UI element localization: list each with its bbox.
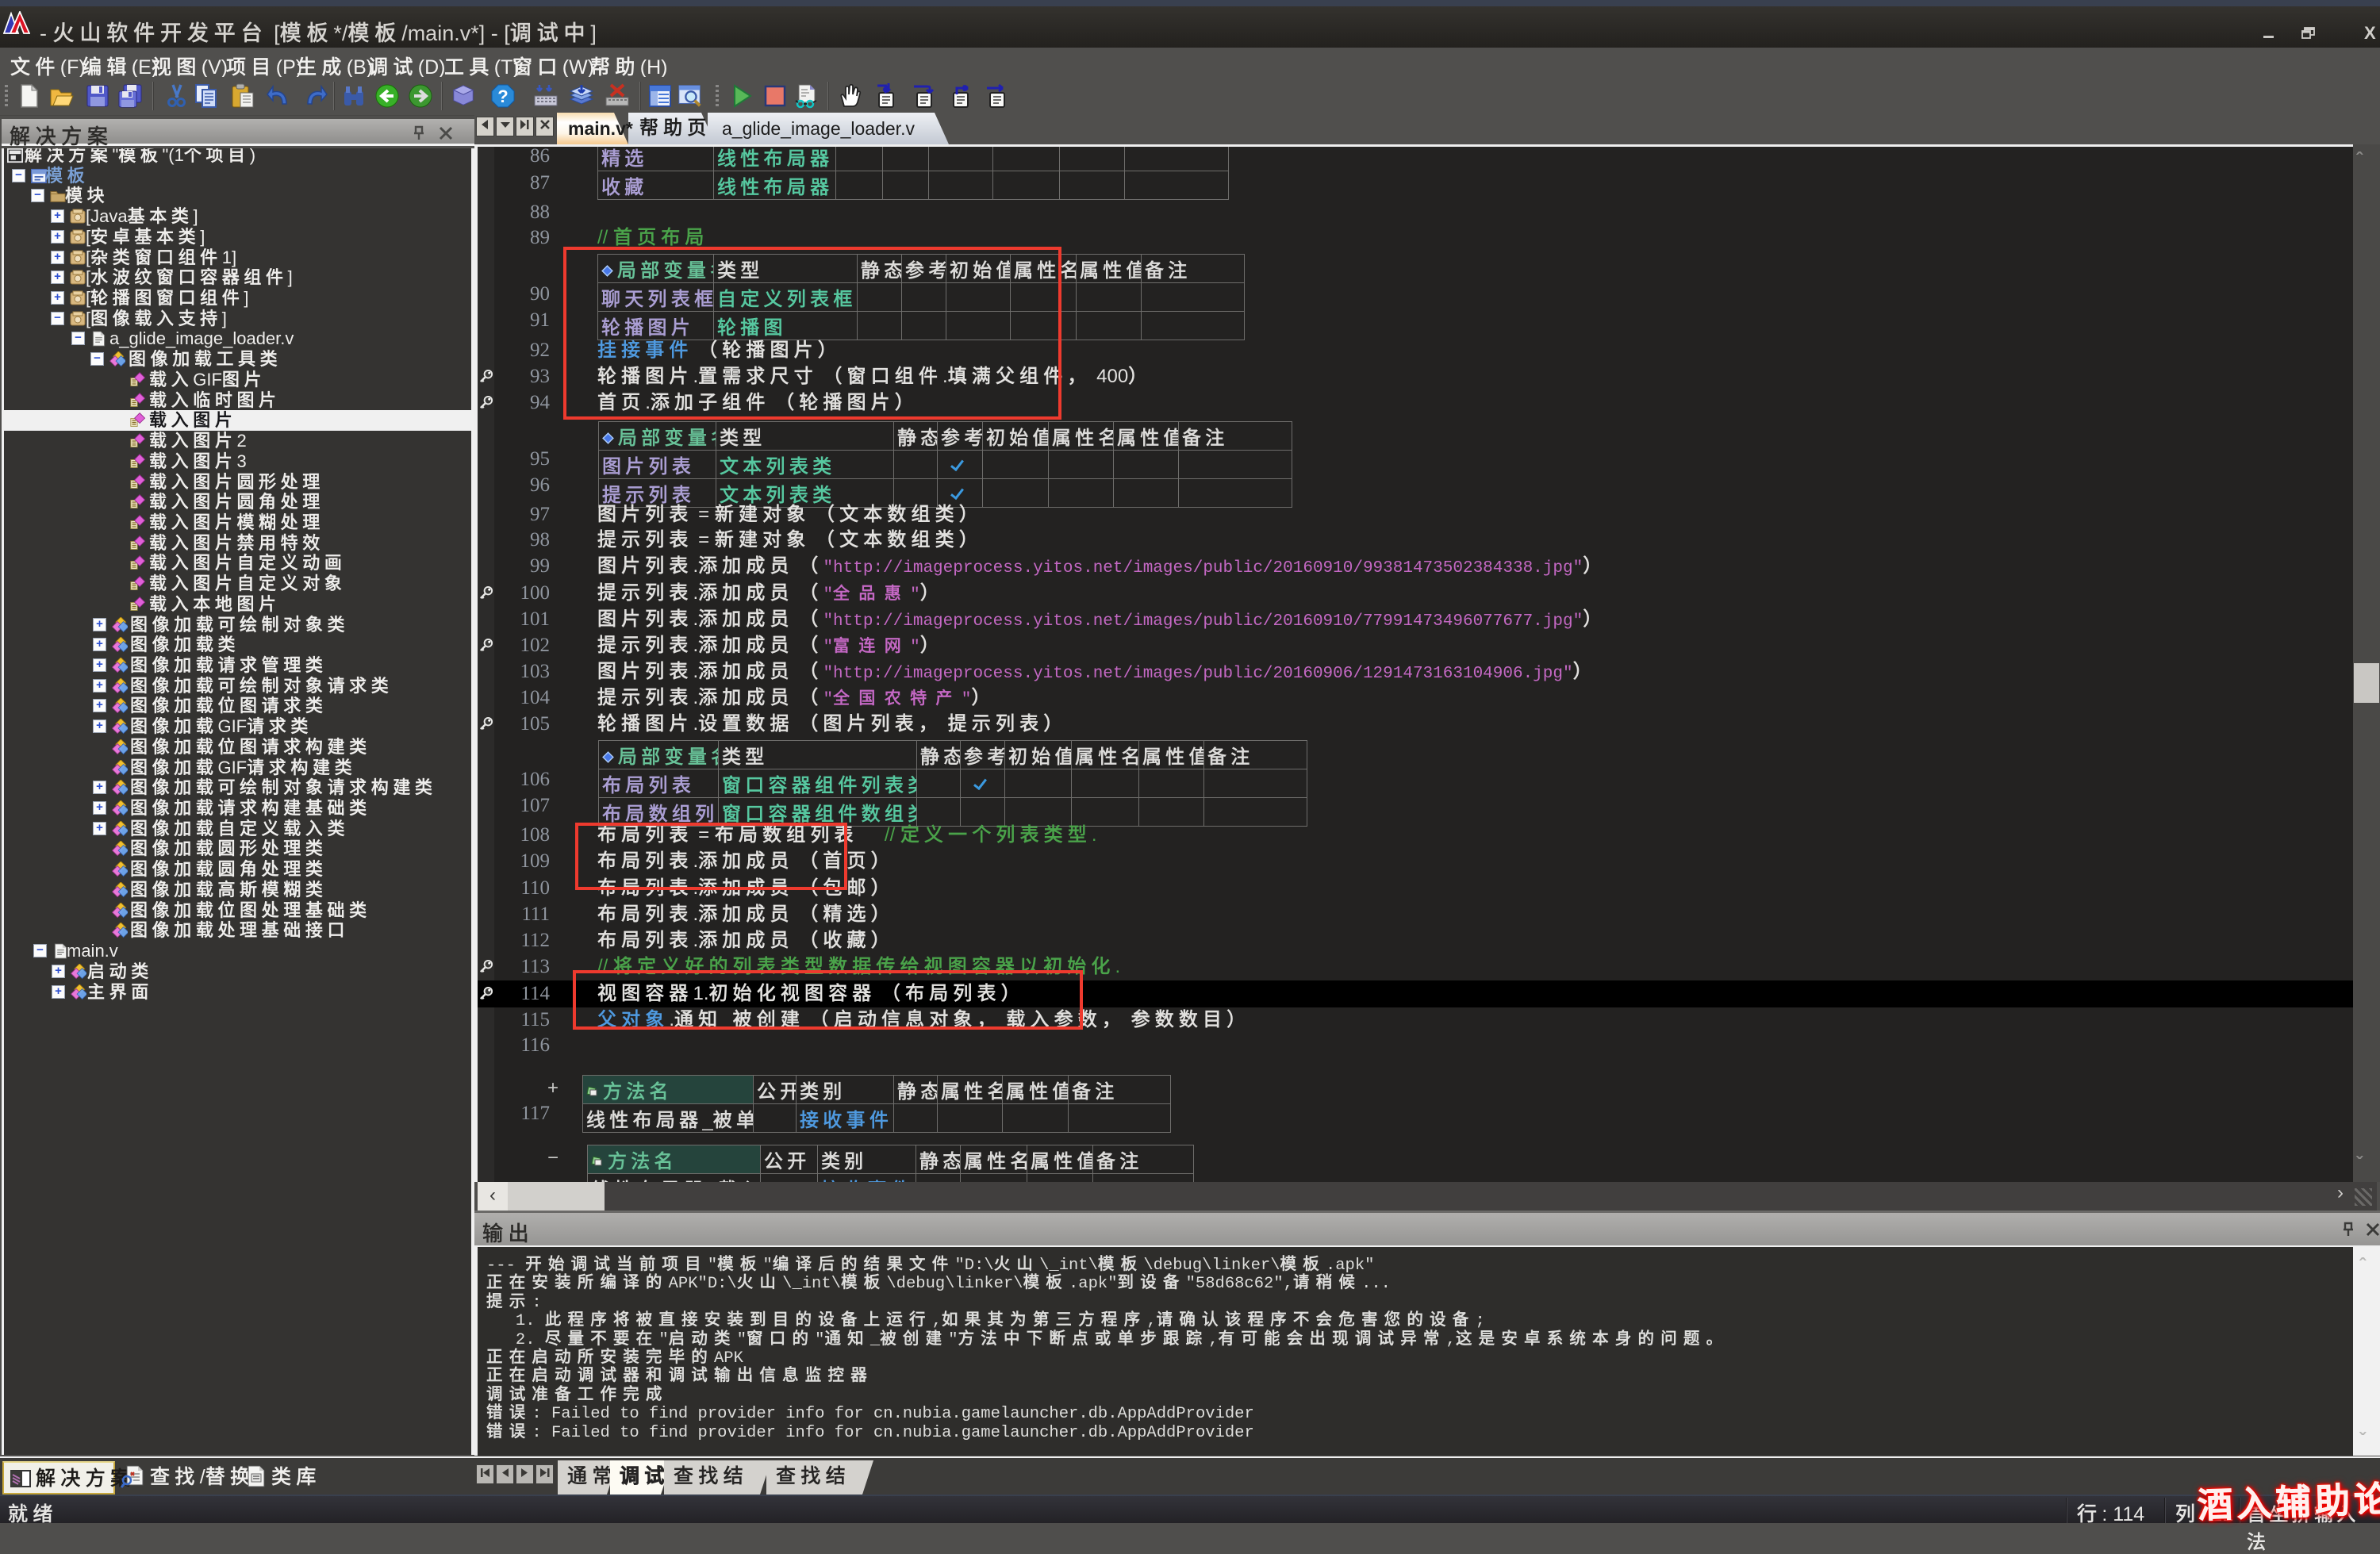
svg-text:?: ?	[497, 86, 508, 106]
